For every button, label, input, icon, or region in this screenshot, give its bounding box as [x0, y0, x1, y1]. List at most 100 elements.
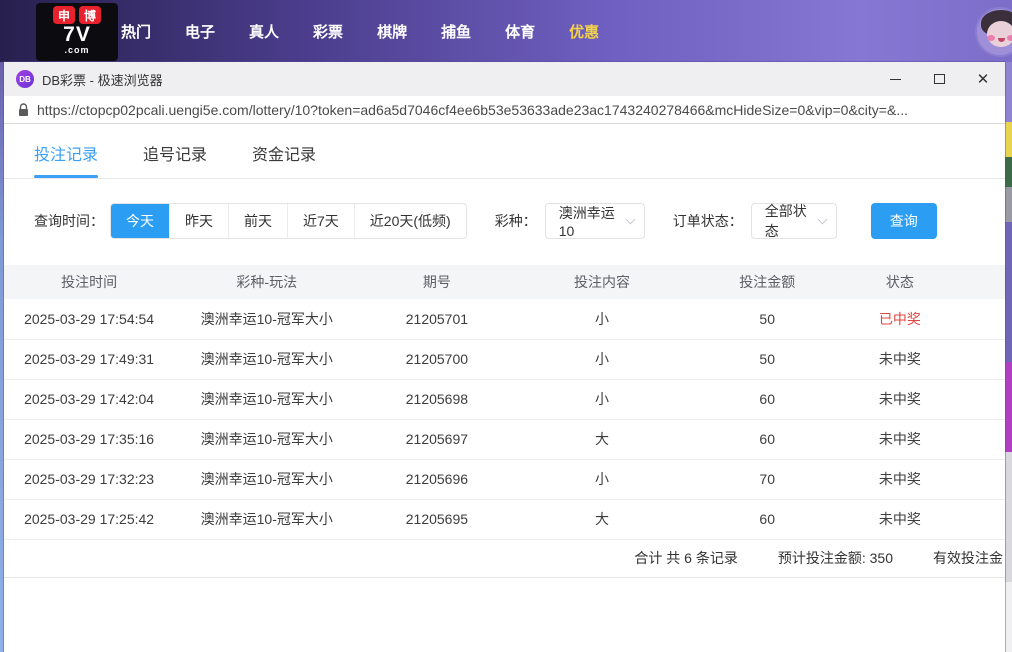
cell-amount: 50: [689, 339, 845, 380]
browser-favicon: DB: [16, 70, 34, 88]
cell-game: 澳洲幸运10-冠军大小: [174, 379, 360, 420]
lock-icon: [19, 102, 28, 116]
table-row: 2025-03-29 17:42:04 澳洲幸运10-冠军大小 21205698…: [4, 379, 1005, 420]
minimize-icon: [889, 78, 901, 80]
page-content: 投注记录 追号记录 资金记录 查询时间： 今天 昨天 前天 近7天 近20天(低…: [4, 124, 1005, 652]
cell-amount: 50: [689, 299, 845, 340]
cell-status: 已中奖: [844, 299, 955, 340]
cell-amount: 60: [689, 499, 845, 540]
nav-item-boardgames[interactable]: 棋牌: [360, 21, 424, 42]
search-button[interactable]: 查询: [870, 203, 937, 239]
nav-item-electronic[interactable]: 电子: [168, 21, 232, 42]
cell-game: 澳洲幸运10-冠军大小: [174, 299, 360, 340]
lottery-select[interactable]: 澳洲幸运10: [544, 203, 645, 239]
cell-issue: 21205696: [359, 459, 515, 500]
window-title: DB彩票 - 极速浏览器: [42, 72, 163, 88]
order-status-label: 订单状态：: [672, 213, 743, 229]
avatar-cheek: [987, 35, 995, 41]
avatar-face: [987, 21, 1012, 47]
nav-item-fishing[interactable]: 捕鱼: [424, 21, 488, 42]
logo-sub-text: .com: [64, 45, 90, 55]
summary-bar: 合计 共 6 条记录 预计投注金额: 350 有效投注金: [4, 540, 1005, 578]
nav-item-lottery[interactable]: 彩票: [296, 21, 360, 42]
browser-window: DB DB彩票 - 极速浏览器 ✕ https://ctopcp02pcali.…: [4, 62, 1005, 652]
nav-item-hot[interactable]: 热门: [104, 21, 168, 42]
minimize-button[interactable]: [873, 62, 917, 96]
cell-status: 未中奖: [844, 339, 955, 380]
cell-issue: 21205697: [359, 419, 515, 460]
time-option-7days[interactable]: 近7天: [287, 204, 354, 238]
col-header-status: 状态: [844, 265, 955, 299]
address-bar[interactable]: https://ctopcp02pcali.uengi5e.com/lotter…: [4, 96, 1005, 124]
cell-bet-time: 2025-03-29 17:54:54: [4, 299, 175, 340]
summary-total-records: 合计 共 6 条记录: [634, 550, 738, 566]
logo-badge-bo: 博: [79, 6, 101, 24]
cell-game: 澳洲幸运10-冠军大小: [174, 459, 360, 500]
background-page-edge-right: [1005, 62, 1012, 652]
cell-game: 澳洲幸运10-冠军大小: [174, 419, 360, 460]
cell-spacer: [954, 419, 1005, 460]
cell-bet-time: 2025-03-29 17:49:31: [4, 339, 175, 380]
record-tabs: 投注记录 追号记录 资金记录: [4, 124, 1005, 179]
user-avatar[interactable]: [975, 7, 1012, 57]
table-row: 2025-03-29 17:32:23 澳洲幸运10-冠军大小 21205696…: [4, 459, 1005, 500]
cell-issue: 21205700: [359, 339, 515, 380]
cell-amount: 60: [689, 379, 845, 420]
active-tab-underline: [34, 175, 99, 178]
col-header-spacer: [954, 265, 1005, 299]
cell-spacer: [954, 459, 1005, 500]
cell-status: 未中奖: [844, 379, 955, 420]
nav-item-sports[interactable]: 体育: [488, 21, 552, 42]
summary-valid-amount-clipped: 有效投注金: [933, 550, 1003, 566]
cell-bet-time: 2025-03-29 17:32:23: [4, 459, 175, 500]
table-row: 2025-03-29 17:49:31 澳洲幸运10-冠军大小 21205700…: [4, 339, 1005, 380]
window-titlebar[interactable]: DB DB彩票 - 极速浏览器 ✕: [4, 62, 1005, 96]
table-row: 2025-03-29 17:54:54 澳洲幸运10-冠军大小 21205701…: [4, 299, 1005, 340]
tab-chase-records[interactable]: 追号记录: [143, 141, 207, 178]
summary-expected-amount: 预计投注金额: 350: [777, 550, 893, 566]
maximize-icon: [933, 74, 945, 84]
cell-content: 小: [514, 379, 690, 420]
time-option-20days[interactable]: 近20天(低频): [353, 204, 466, 238]
logo-main-text: 7V: [63, 23, 91, 46]
close-button[interactable]: ✕: [961, 62, 1005, 96]
cell-game: 澳洲幸运10-冠军大小: [174, 499, 360, 540]
cell-spacer: [954, 339, 1005, 380]
logo-badge-shen: 申: [53, 6, 75, 24]
nav-item-live[interactable]: 真人: [232, 21, 296, 42]
site-nav: 热门 电子 真人 彩票 棋牌 捕鱼 体育 优惠: [104, 0, 616, 62]
lottery-select-value: 澳洲幸运10: [558, 205, 615, 239]
cell-issue: 21205701: [359, 299, 515, 340]
cell-bet-time: 2025-03-29 17:35:16: [4, 419, 175, 460]
time-option-today[interactable]: 今天: [111, 204, 169, 238]
tab-bet-records[interactable]: 投注记录: [34, 141, 99, 178]
time-option-day-before[interactable]: 前天: [228, 204, 287, 238]
tab-label: 投注记录: [34, 147, 99, 164]
maximize-button[interactable]: [917, 62, 961, 96]
cell-spacer: [954, 379, 1005, 420]
col-header-amount: 投注金额: [689, 265, 845, 299]
table-row: 2025-03-29 17:25:42 澳洲幸运10-冠军大小 21205695…: [4, 499, 1005, 540]
cell-content: 小: [514, 299, 690, 340]
time-option-yesterday[interactable]: 昨天: [169, 204, 228, 238]
nav-item-promotions[interactable]: 优惠: [552, 21, 616, 42]
cell-content: 大: [514, 499, 690, 540]
cell-content: 小: [514, 339, 690, 380]
order-status-select[interactable]: 全部状态: [750, 203, 837, 239]
cell-status: 未中奖: [844, 499, 955, 540]
site-header: 申 博 7V .com 热门 电子 真人 彩票 棋牌 捕鱼 体育 优惠: [0, 0, 1012, 62]
table-header-row: 投注时间 彩种-玩法 期号 投注内容 投注金额 状态: [4, 265, 1005, 299]
time-filter-group: 今天 昨天 前天 近7天 近20天(低频): [110, 203, 467, 239]
order-status-value: 全部状态: [764, 203, 807, 239]
cell-issue: 21205698: [359, 379, 515, 420]
col-header-content: 投注内容: [514, 265, 690, 299]
lottery-filter-label: 彩种：: [494, 213, 537, 229]
cell-game: 澳洲幸运10-冠军大小: [174, 339, 360, 380]
cell-status: 未中奖: [844, 419, 955, 460]
col-header-game: 彩种-玩法: [174, 265, 360, 299]
time-filter-label: 查询时间：: [34, 213, 104, 229]
avatar-cheek: [1007, 35, 1012, 41]
bet-records-table: 投注时间 彩种-玩法 期号 投注内容 投注金额 状态 2025-03-29 17…: [4, 265, 1005, 540]
tab-fund-records[interactable]: 资金记录: [252, 141, 316, 178]
window-controls: ✕: [873, 62, 1005, 96]
